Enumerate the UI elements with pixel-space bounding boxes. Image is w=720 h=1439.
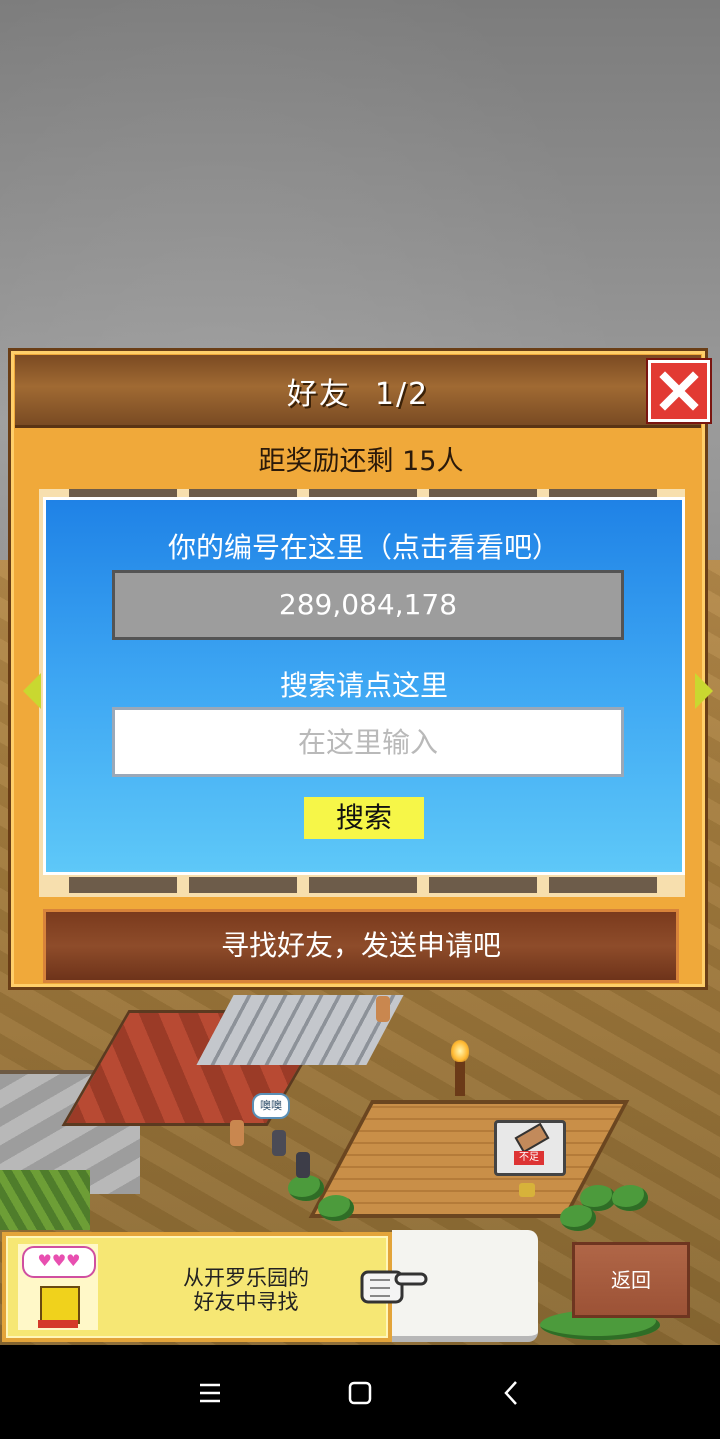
page-indicator: 1/2 [374,377,430,412]
torch-flame [451,1040,469,1062]
frame-notch [69,877,177,893]
back-button[interactable]: 返回 [572,1242,690,1318]
eraser-icon [514,1122,550,1154]
friend-search-panel: 你的编号在这里（点击看看吧） 289,084,178 搜索请点这里 搜索 [43,497,685,875]
close-button[interactable] [648,360,710,422]
shortage-tag: 不足 [514,1151,544,1165]
frame-notch [189,877,297,893]
hearts-bubble: ♥♥♥ [22,1246,96,1278]
frame-notch [429,877,537,893]
player-id-box[interactable]: 289,084,178 [112,570,624,640]
search-input[interactable] [112,707,624,777]
build-status-sign: 不足 [494,1120,566,1176]
frame-notch [549,877,657,893]
search-button[interactable]: 搜索 [304,797,424,839]
villager [296,1152,310,1178]
villager [272,1130,286,1156]
mascot-avatar: ♥♥♥ [18,1244,98,1330]
find-friends-button[interactable]: 寻找好友，发送申请吧 [43,909,679,983]
bush [288,1175,324,1201]
frame-notch [309,877,417,893]
mascot-body [40,1286,80,1324]
villager [230,1120,244,1146]
promo-text: 从开罗乐园的 好友中寻找 [156,1266,336,1314]
lock-icon [519,1183,535,1197]
dialog-title-label: 好友 [286,377,351,412]
pointing-hand-icon [360,1270,428,1304]
arrow-left-icon[interactable] [23,673,41,709]
close-icon [659,371,699,411]
bush [560,1205,596,1231]
back-icon[interactable] [492,1375,532,1411]
dialog-title-bar: 好友 1/2 [15,355,710,428]
crop-field [0,1170,90,1230]
friends-dialog: 好友 1/2 距奖励还剩 15人 你的编号在这里（点击看看吧） 289,084,1… [8,348,713,990]
arrow-right-icon[interactable] [695,673,713,709]
promo-text-line2: 好友中寻找 [193,1290,299,1314]
villager-speech-bubble: 噢噢 [252,1093,290,1119]
dialog-title: 好友 1/2 [15,369,701,413]
home-icon[interactable] [340,1375,380,1411]
villager [376,996,390,1022]
promo-text-line1: 从开罗乐园的 [183,1266,309,1290]
bush [318,1195,354,1221]
menu-icon[interactable] [190,1375,230,1411]
kairo-park-friends-promo[interactable]: ♥♥♥ 从开罗乐园的 好友中寻找 [2,1232,392,1342]
id-label: 你的编号在这里（点击看看吧） [167,531,560,564]
mascot-legs [38,1320,78,1328]
search-label: 搜索请点这里 [279,669,448,702]
bush [612,1185,648,1211]
system-nav-bar [0,1345,720,1439]
reward-remaining-text: 距奖励还剩 15人 [258,446,464,477]
